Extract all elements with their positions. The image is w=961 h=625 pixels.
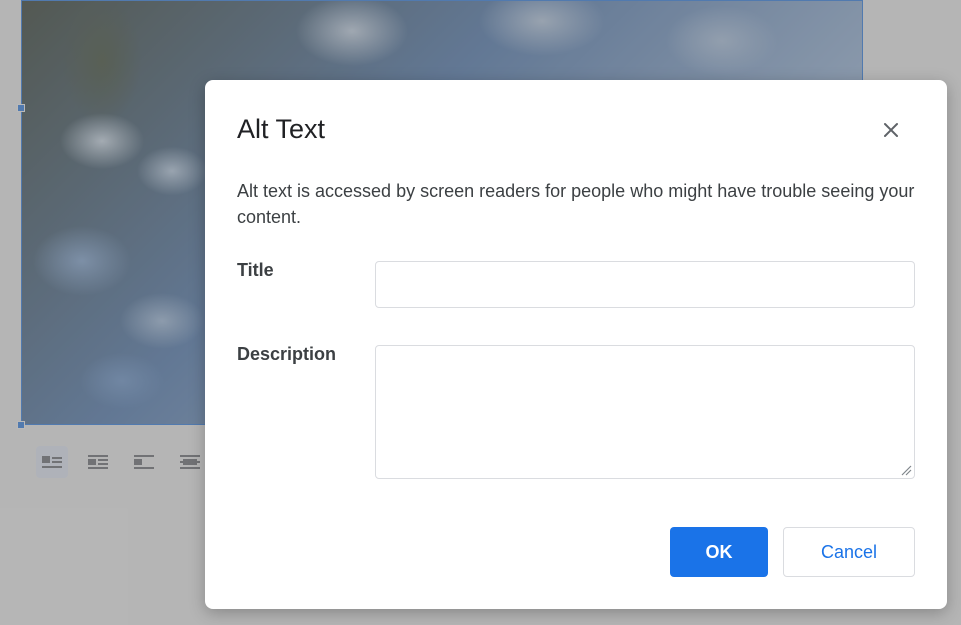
alt-text-dialog: Alt Text Alt text is accessed by screen … <box>205 80 947 609</box>
title-label: Title <box>237 260 274 280</box>
close-icon <box>884 123 898 137</box>
description-label: Description <box>237 344 337 364</box>
ok-button[interactable]: OK <box>670 527 768 577</box>
resize-grip-icon[interactable] <box>900 464 912 476</box>
close-button[interactable] <box>877 116 905 144</box>
cancel-button[interactable]: Cancel <box>783 527 915 577</box>
dialog-title: Alt Text <box>237 114 326 144</box>
dialog-description: Alt text is accessed by screen readers f… <box>237 181 915 227</box>
title-input[interactable] <box>375 261 915 308</box>
description-textarea[interactable] <box>375 345 915 479</box>
document-page: Alt Text Alt text is accessed by screen … <box>0 0 961 625</box>
